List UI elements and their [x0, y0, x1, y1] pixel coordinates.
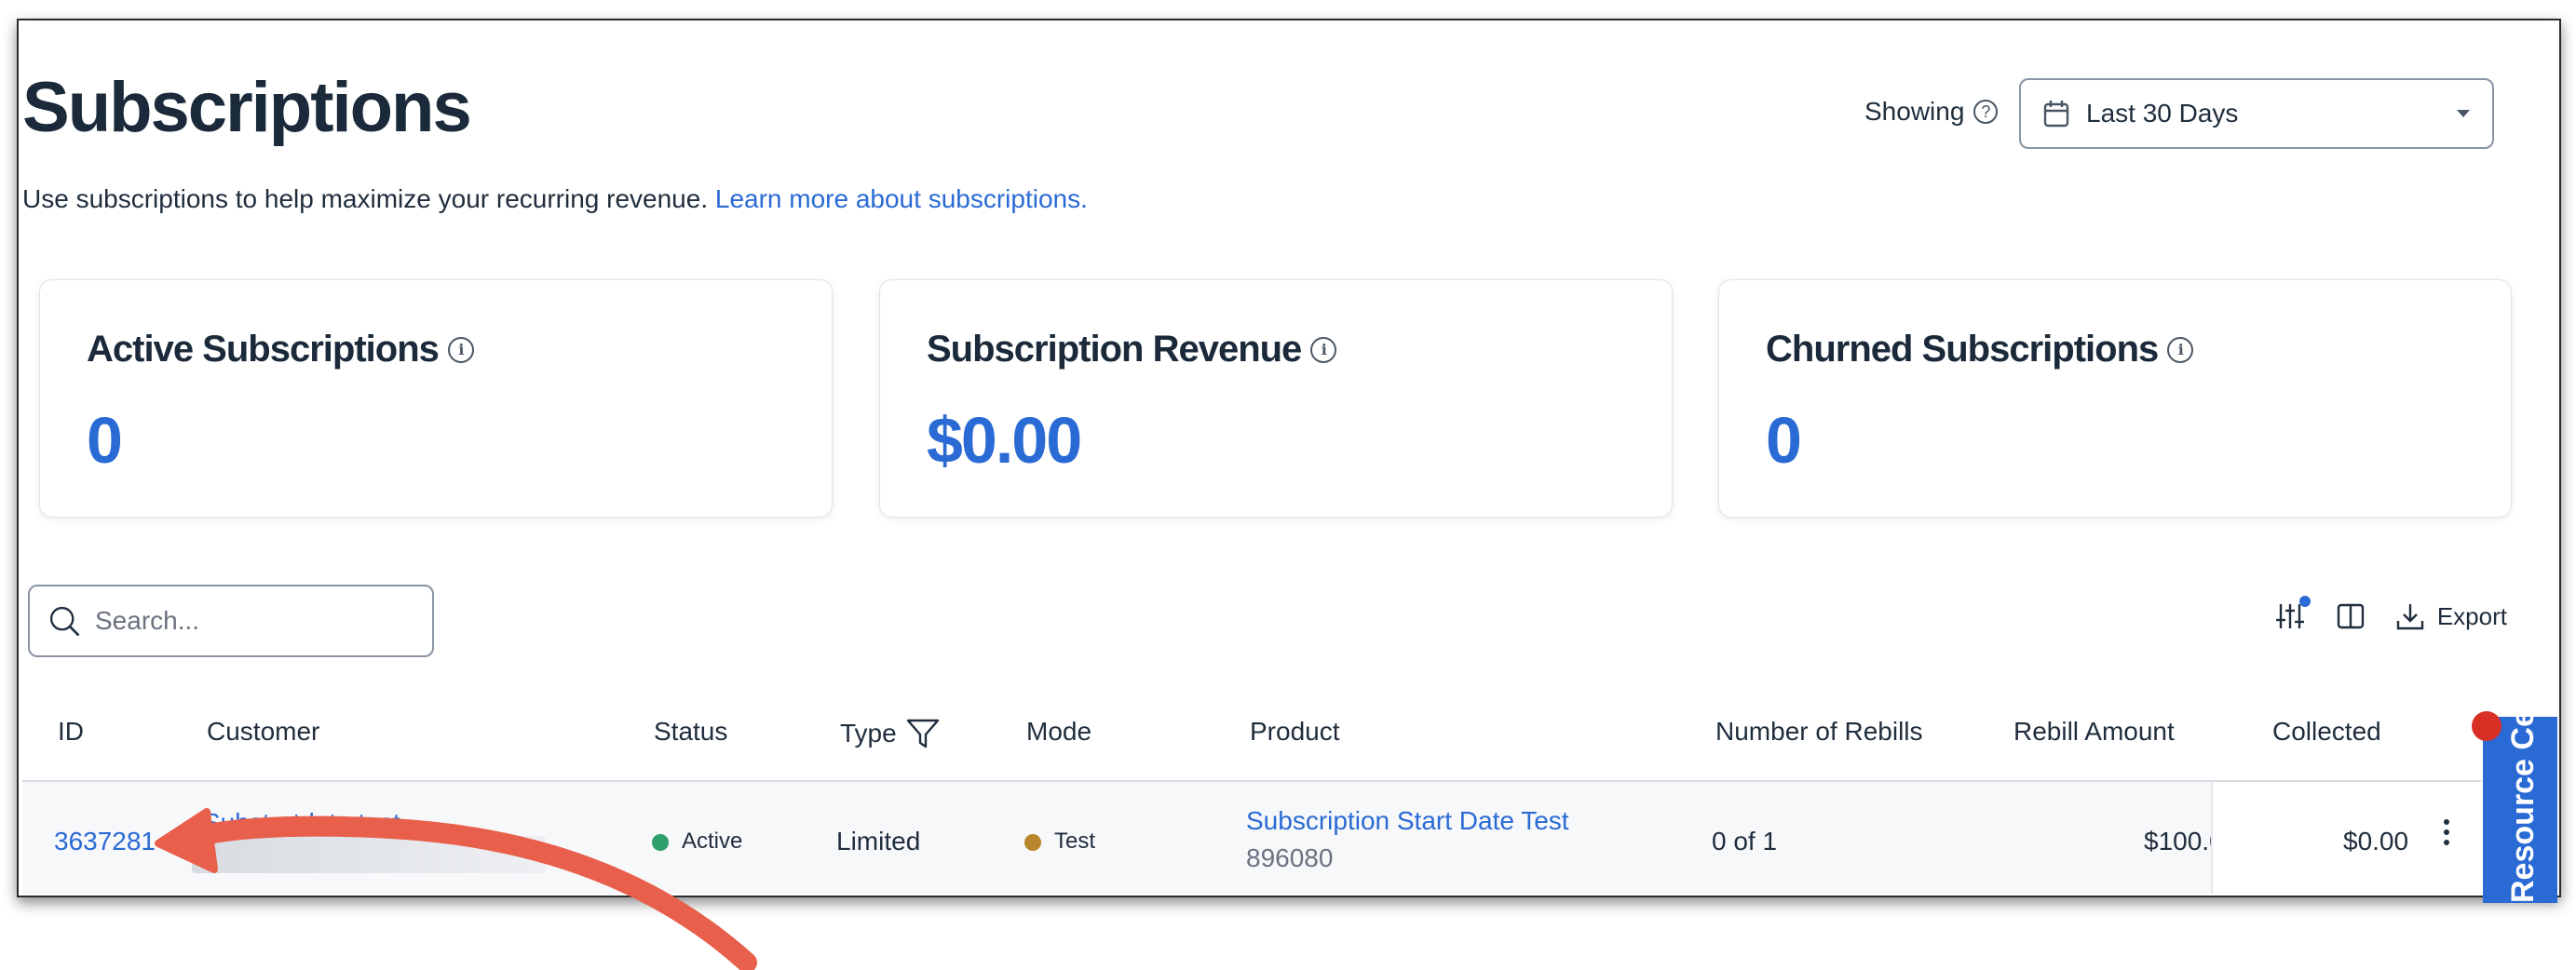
mode-text: Test — [1054, 829, 1096, 854]
status-cell: Active — [652, 829, 742, 855]
column-header-rebills[interactable]: Number of Rebills — [1715, 717, 1923, 747]
page-title: Subscriptions — [22, 68, 472, 147]
date-range-value: Last 30 Days — [2086, 99, 2239, 128]
columns-button[interactable] — [2337, 602, 2365, 630]
status-text: Active — [682, 829, 743, 854]
columns-icon — [2337, 603, 2365, 629]
column-header-product[interactable]: Product — [1250, 717, 1340, 747]
showing-label-group: Showing ? — [1864, 97, 1999, 127]
search-box[interactable] — [28, 585, 434, 657]
filter-icon[interactable] — [906, 717, 940, 750]
sliders-icon — [2275, 604, 2304, 628]
download-icon — [2396, 604, 2424, 630]
active-filter-badge — [2298, 596, 2311, 607]
resource-center-label: Resource Center — [2505, 717, 2541, 903]
calendar-icon — [2043, 101, 2069, 128]
column-header-type-label: Type — [840, 719, 897, 748]
column-header-type[interactable]: Type — [840, 717, 940, 750]
redacted-area — [192, 836, 546, 873]
table-header: ID Customer Status Type Mode Product Num… — [22, 698, 2481, 780]
stat-label: Churned Subscriptions — [1766, 329, 2159, 370]
rebills-cell: 0 of 1 — [1712, 827, 1778, 855]
info-icon[interactable]: i — [2167, 336, 2194, 363]
stat-card-revenue: Subscription Revenue i $0.00 — [879, 279, 1673, 518]
subscription-id-link[interactable]: 3637281 — [54, 827, 156, 856]
date-range-select[interactable]: Last 30 Days — [2019, 78, 2494, 149]
resource-center-tab[interactable]: Resource Center — [2483, 717, 2557, 903]
subtitle-text: Use subscriptions to help maximize your … — [22, 184, 715, 213]
column-header-mode[interactable]: Mode — [1026, 717, 1091, 747]
type-cell: Limited — [836, 827, 921, 855]
export-label: Export — [2436, 601, 2507, 630]
learn-more-link[interactable]: Learn more about subscriptions. — [715, 184, 1088, 213]
search-input[interactable] — [93, 605, 414, 637]
page-subtitle: Use subscriptions to help maximize your … — [22, 184, 1088, 214]
info-icon[interactable]: i — [1310, 336, 1337, 363]
stat-value: $0.00 — [927, 404, 1082, 477]
help-icon[interactable]: ? — [1973, 100, 1999, 124]
mode-dot — [1024, 833, 1041, 851]
notification-dot — [2472, 711, 2501, 741]
column-header-customer[interactable]: Customer — [207, 717, 319, 747]
product-link[interactable]: Subscription Start Date Test — [1246, 806, 1569, 836]
stat-value: 0 — [87, 404, 123, 477]
collected-cell: $0.00 — [2343, 827, 2409, 855]
info-icon[interactable]: i — [447, 336, 474, 363]
stat-label: Subscription Revenue — [927, 329, 1302, 370]
column-header-collected[interactable]: Collected — [2272, 717, 2381, 747]
status-dot — [652, 833, 669, 851]
column-header-rebill-amount[interactable]: Rebill Amount — [2013, 717, 2175, 747]
showing-label: Showing — [1864, 97, 1965, 126]
product-id: 896080 — [1246, 843, 1334, 872]
export-button[interactable]: Export — [2396, 602, 2507, 631]
filter-settings-button[interactable] — [2275, 596, 2311, 631]
stat-value: 0 — [1766, 404, 1802, 477]
stat-card-churned: Churned Subscriptions i 0 — [1718, 279, 2512, 518]
stat-card-active: Active Subscriptions i 0 — [39, 279, 833, 518]
mode-cell: Test — [1024, 829, 1095, 855]
customer-link[interactable]: Substartdate test — [203, 808, 400, 838]
chevron-down-icon — [2457, 110, 2470, 117]
stat-label: Active Subscriptions — [87, 329, 440, 370]
search-icon — [49, 606, 80, 637]
table-toolbar: Export — [2275, 596, 2507, 631]
column-header-id[interactable]: ID — [58, 717, 84, 747]
row-actions-kebab-icon[interactable] — [2444, 819, 2451, 845]
column-header-status[interactable]: Status — [654, 717, 727, 747]
